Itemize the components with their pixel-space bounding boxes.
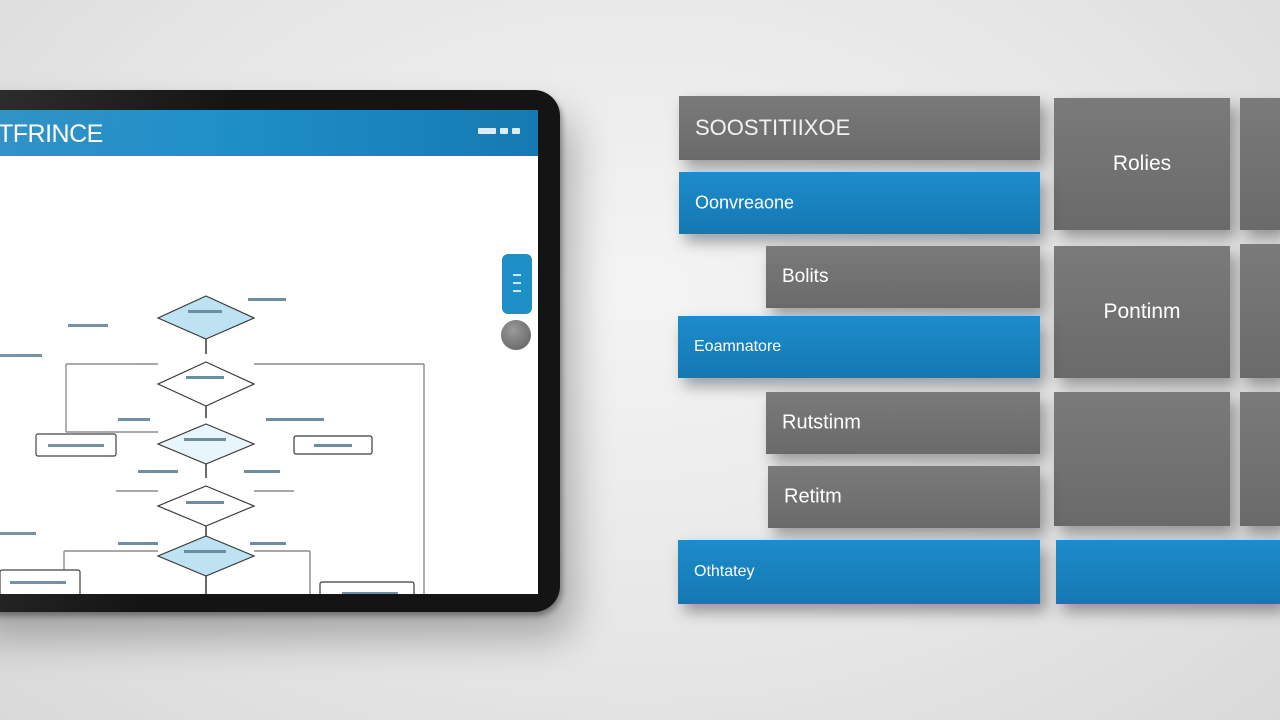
bolts-block: Bolits xyxy=(766,246,1040,308)
retitm-block: Retitm xyxy=(768,466,1040,528)
side-tab[interactable] xyxy=(502,254,532,314)
rutstinm-block: Rutstinm xyxy=(766,392,1040,454)
header-text-icon[interactable] xyxy=(478,128,496,134)
decision-node xyxy=(156,423,256,465)
blue-end-block xyxy=(1056,540,1280,604)
plain-block xyxy=(1054,392,1230,526)
screen-title: TFRINCE xyxy=(0,120,103,148)
otherwise-label: Othtatey xyxy=(694,563,755,580)
header-block-label: SOOSTITIIXOE xyxy=(695,115,851,140)
roles-block: Rolies xyxy=(1054,98,1230,230)
decision-node xyxy=(156,361,256,407)
retitm-label: Retitm xyxy=(784,485,842,508)
tablet-screen: TFRINCE xyxy=(0,110,538,594)
edge-block-1 xyxy=(1240,98,1280,230)
flowchart xyxy=(0,295,425,594)
examples-label: Eoamnatore xyxy=(694,338,782,355)
tablet-device: TFRINCE xyxy=(0,90,560,612)
pontinm-block: Pontinm xyxy=(1054,246,1230,378)
otherwise-block: Othtatey xyxy=(678,540,1040,604)
decision-node xyxy=(156,535,256,577)
header-block: SOOSTITIIXOE xyxy=(679,96,1040,160)
edge-block-2 xyxy=(1240,244,1280,378)
convergence-label: Oonvreaone xyxy=(695,192,795,213)
pontinm-label: Pontinm xyxy=(1103,300,1181,323)
header-menu-icon[interactable] xyxy=(500,128,508,134)
decision-node xyxy=(156,485,256,527)
side-knob[interactable] xyxy=(501,320,531,350)
screen-header: TFRINCE xyxy=(0,110,538,156)
header-settings-icon[interactable] xyxy=(512,128,520,134)
convergence-block: Oonvreaone xyxy=(679,172,1040,234)
edge-block-3 xyxy=(1240,392,1280,526)
examples-block: Eoamnatore xyxy=(678,316,1040,378)
decision-node xyxy=(156,295,256,340)
bolts-label: Bolits xyxy=(782,266,829,287)
header-tools xyxy=(478,128,520,134)
roles-label: Rolies xyxy=(1112,152,1172,175)
rutstinm-label: Rutstinm xyxy=(782,411,861,434)
